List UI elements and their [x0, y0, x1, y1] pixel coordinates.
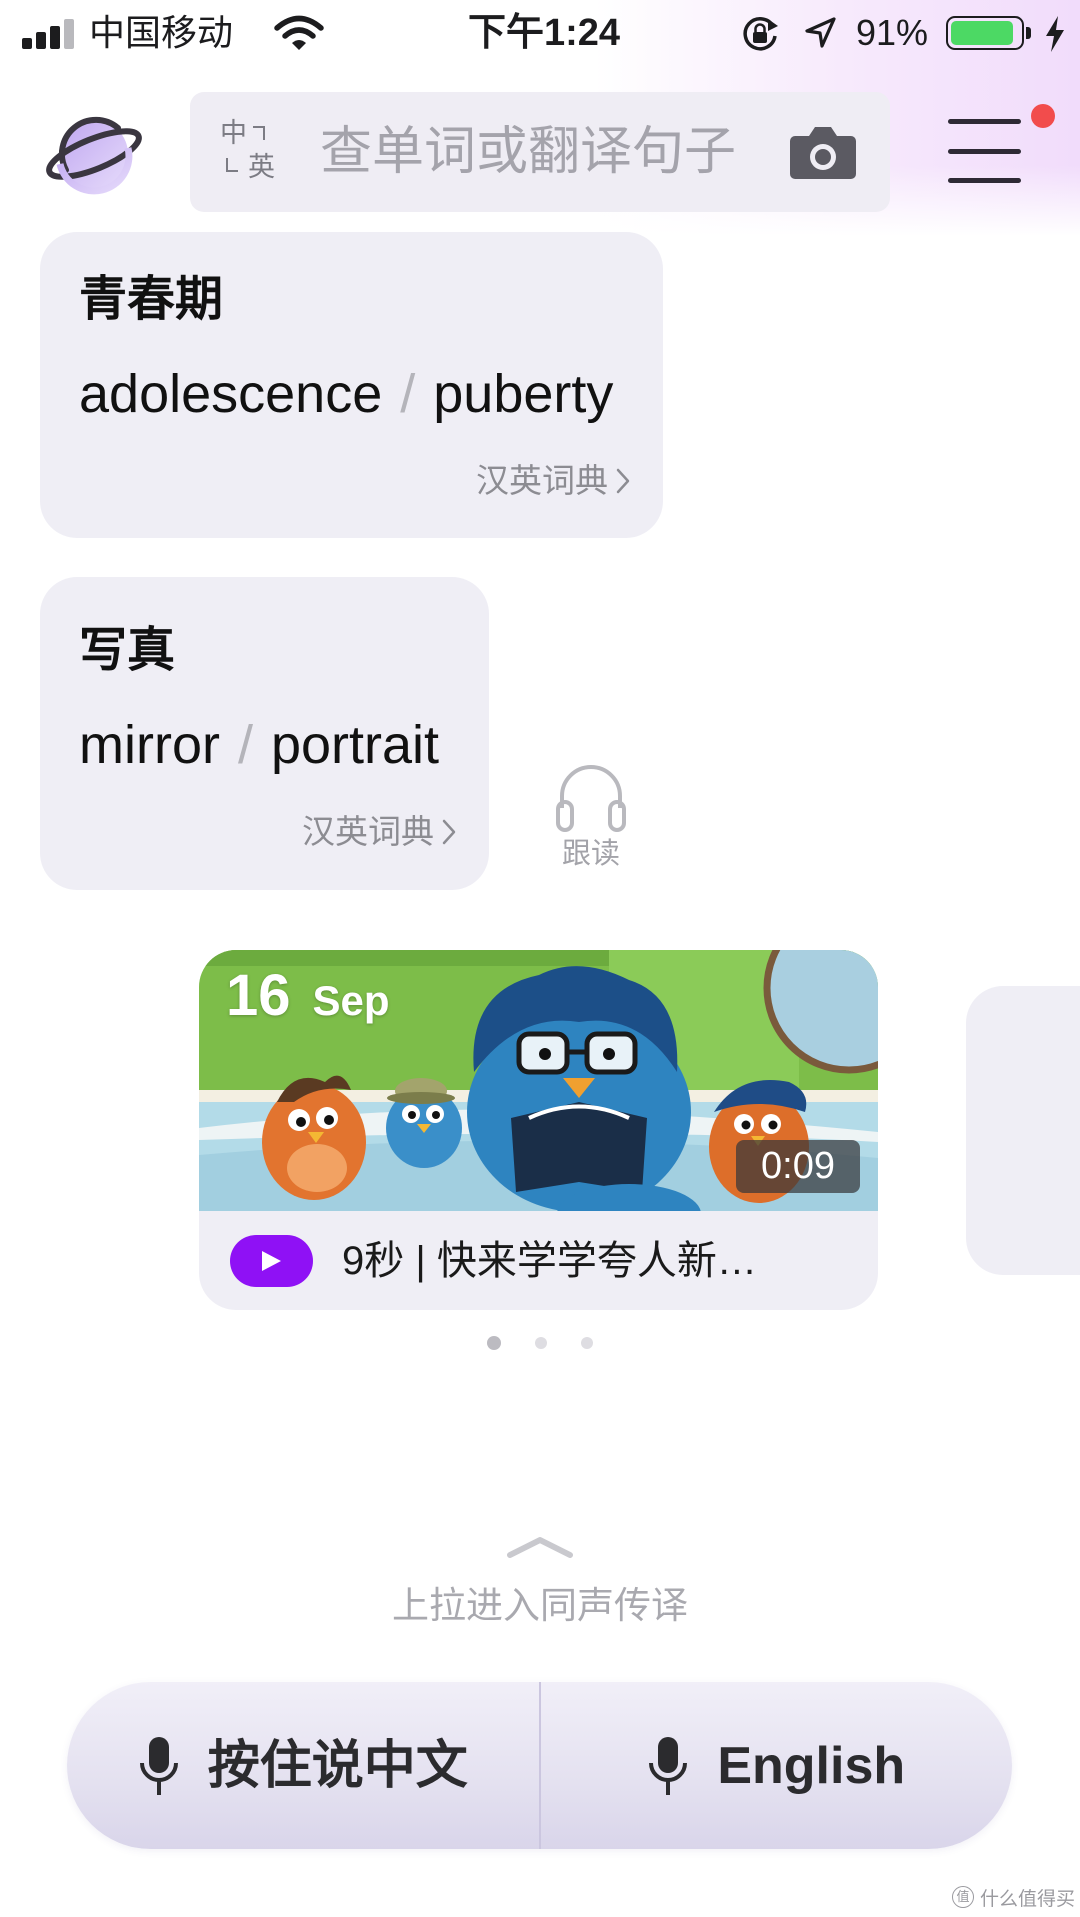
location-icon — [805, 17, 836, 48]
language-switch-icon[interactable]: 中 英 — [220, 118, 284, 186]
source-language: 中 — [220, 118, 247, 148]
battery-percentage: 91% — [856, 12, 929, 53]
speak-english-button[interactable]: English — [541, 1682, 1013, 1849]
follow-read-label: 跟读 — [561, 838, 620, 870]
video-card[interactable]: 16 Sep 0:09 9秒 | 快来学学夸人新… — [199, 950, 878, 1310]
speak-chinese-button[interactable]: 按住说中文 — [67, 1682, 539, 1849]
search-input[interactable] — [320, 116, 770, 188]
carrier-name: 中国移动 — [89, 12, 234, 53]
headphones-icon — [556, 765, 626, 832]
video-caption[interactable]: 9秒 | 快来学学夸人新… — [342, 1235, 857, 1287]
microphone-icon — [139, 1736, 178, 1795]
video-duration: 0:09 — [736, 1140, 860, 1193]
menu-line — [948, 119, 1021, 124]
pagination — [0, 1336, 1080, 1350]
translation-card[interactable]: 写真 mirror / portrait 汉英词典 — [40, 577, 489, 890]
speak-english-label: English — [717, 1736, 906, 1795]
follow-read-button[interactable]: 跟读 — [548, 758, 634, 872]
translation-line: adolescence / puberty — [79, 362, 613, 426]
search-bar[interactable]: 中 英 — [190, 92, 890, 212]
dictionary-link[interactable]: 汉英词典 — [302, 812, 456, 852]
separator: / — [237, 715, 253, 775]
translation-card[interactable]: 青春期 adolescence / puberty 汉英词典 — [40, 232, 663, 538]
camera-icon[interactable] — [789, 124, 857, 180]
pagination-dot[interactable] — [581, 1337, 593, 1349]
watermark-text: 什么值得买 — [980, 1888, 1076, 1910]
voice-input-bar: 按住说中文 English — [67, 1682, 1012, 1849]
target-language: 英 — [248, 152, 275, 182]
chevron-right-icon — [616, 468, 630, 494]
video-date-month: Sep — [312, 977, 390, 1024]
bracket-mark — [253, 126, 265, 140]
chevron-up-icon[interactable] — [505, 1534, 575, 1560]
battery-level — [951, 21, 1013, 45]
notification-badge — [1031, 104, 1055, 128]
menu-line — [948, 149, 1021, 154]
clock: 下午1:24 — [467, 12, 621, 54]
wifi-icon — [274, 15, 324, 50]
translation-word[interactable]: puberty — [433, 364, 613, 424]
pagination-dot[interactable] — [487, 1336, 501, 1350]
watermark: 值 什么值得买 — [952, 1884, 1075, 1910]
battery-cap — [1026, 27, 1031, 39]
planet-logo-icon[interactable] — [44, 108, 144, 200]
watermark-logo: 值 — [952, 1886, 974, 1908]
play-icon — [262, 1251, 281, 1271]
video-date-day: 16 — [226, 963, 291, 1028]
signal-icon — [22, 19, 74, 49]
video-date: 16 Sep — [226, 964, 390, 1033]
translation-line: mirror / portrait — [79, 713, 439, 777]
chevron-right-icon — [442, 819, 456, 845]
dictionary-link[interactable]: 汉英词典 — [476, 461, 630, 501]
menu-line — [948, 178, 1021, 183]
charging-icon — [1046, 16, 1064, 52]
play-button[interactable] — [230, 1235, 313, 1287]
speak-chinese-label: 按住说中文 — [207, 1736, 468, 1795]
rotation-lock-icon — [743, 17, 778, 51]
pagination-dot[interactable] — [535, 1337, 547, 1349]
separator: / — [400, 364, 416, 424]
card-title: 青春期 — [79, 273, 224, 326]
dictionary-link-label: 汉英词典 — [302, 813, 434, 850]
translation-word[interactable]: mirror — [79, 715, 220, 775]
translation-word[interactable]: adolescence — [79, 364, 382, 424]
translation-word[interactable]: portrait — [271, 715, 439, 775]
battery-icon — [946, 16, 1024, 50]
microphone-icon — [649, 1736, 688, 1795]
dictionary-link-label: 汉英词典 — [476, 462, 608, 499]
pull-up-hint: 上拉进入同声传译 — [392, 1585, 688, 1626]
bracket-mark — [226, 158, 238, 172]
next-video-card[interactable] — [966, 986, 1080, 1275]
card-title: 写真 — [79, 624, 176, 677]
